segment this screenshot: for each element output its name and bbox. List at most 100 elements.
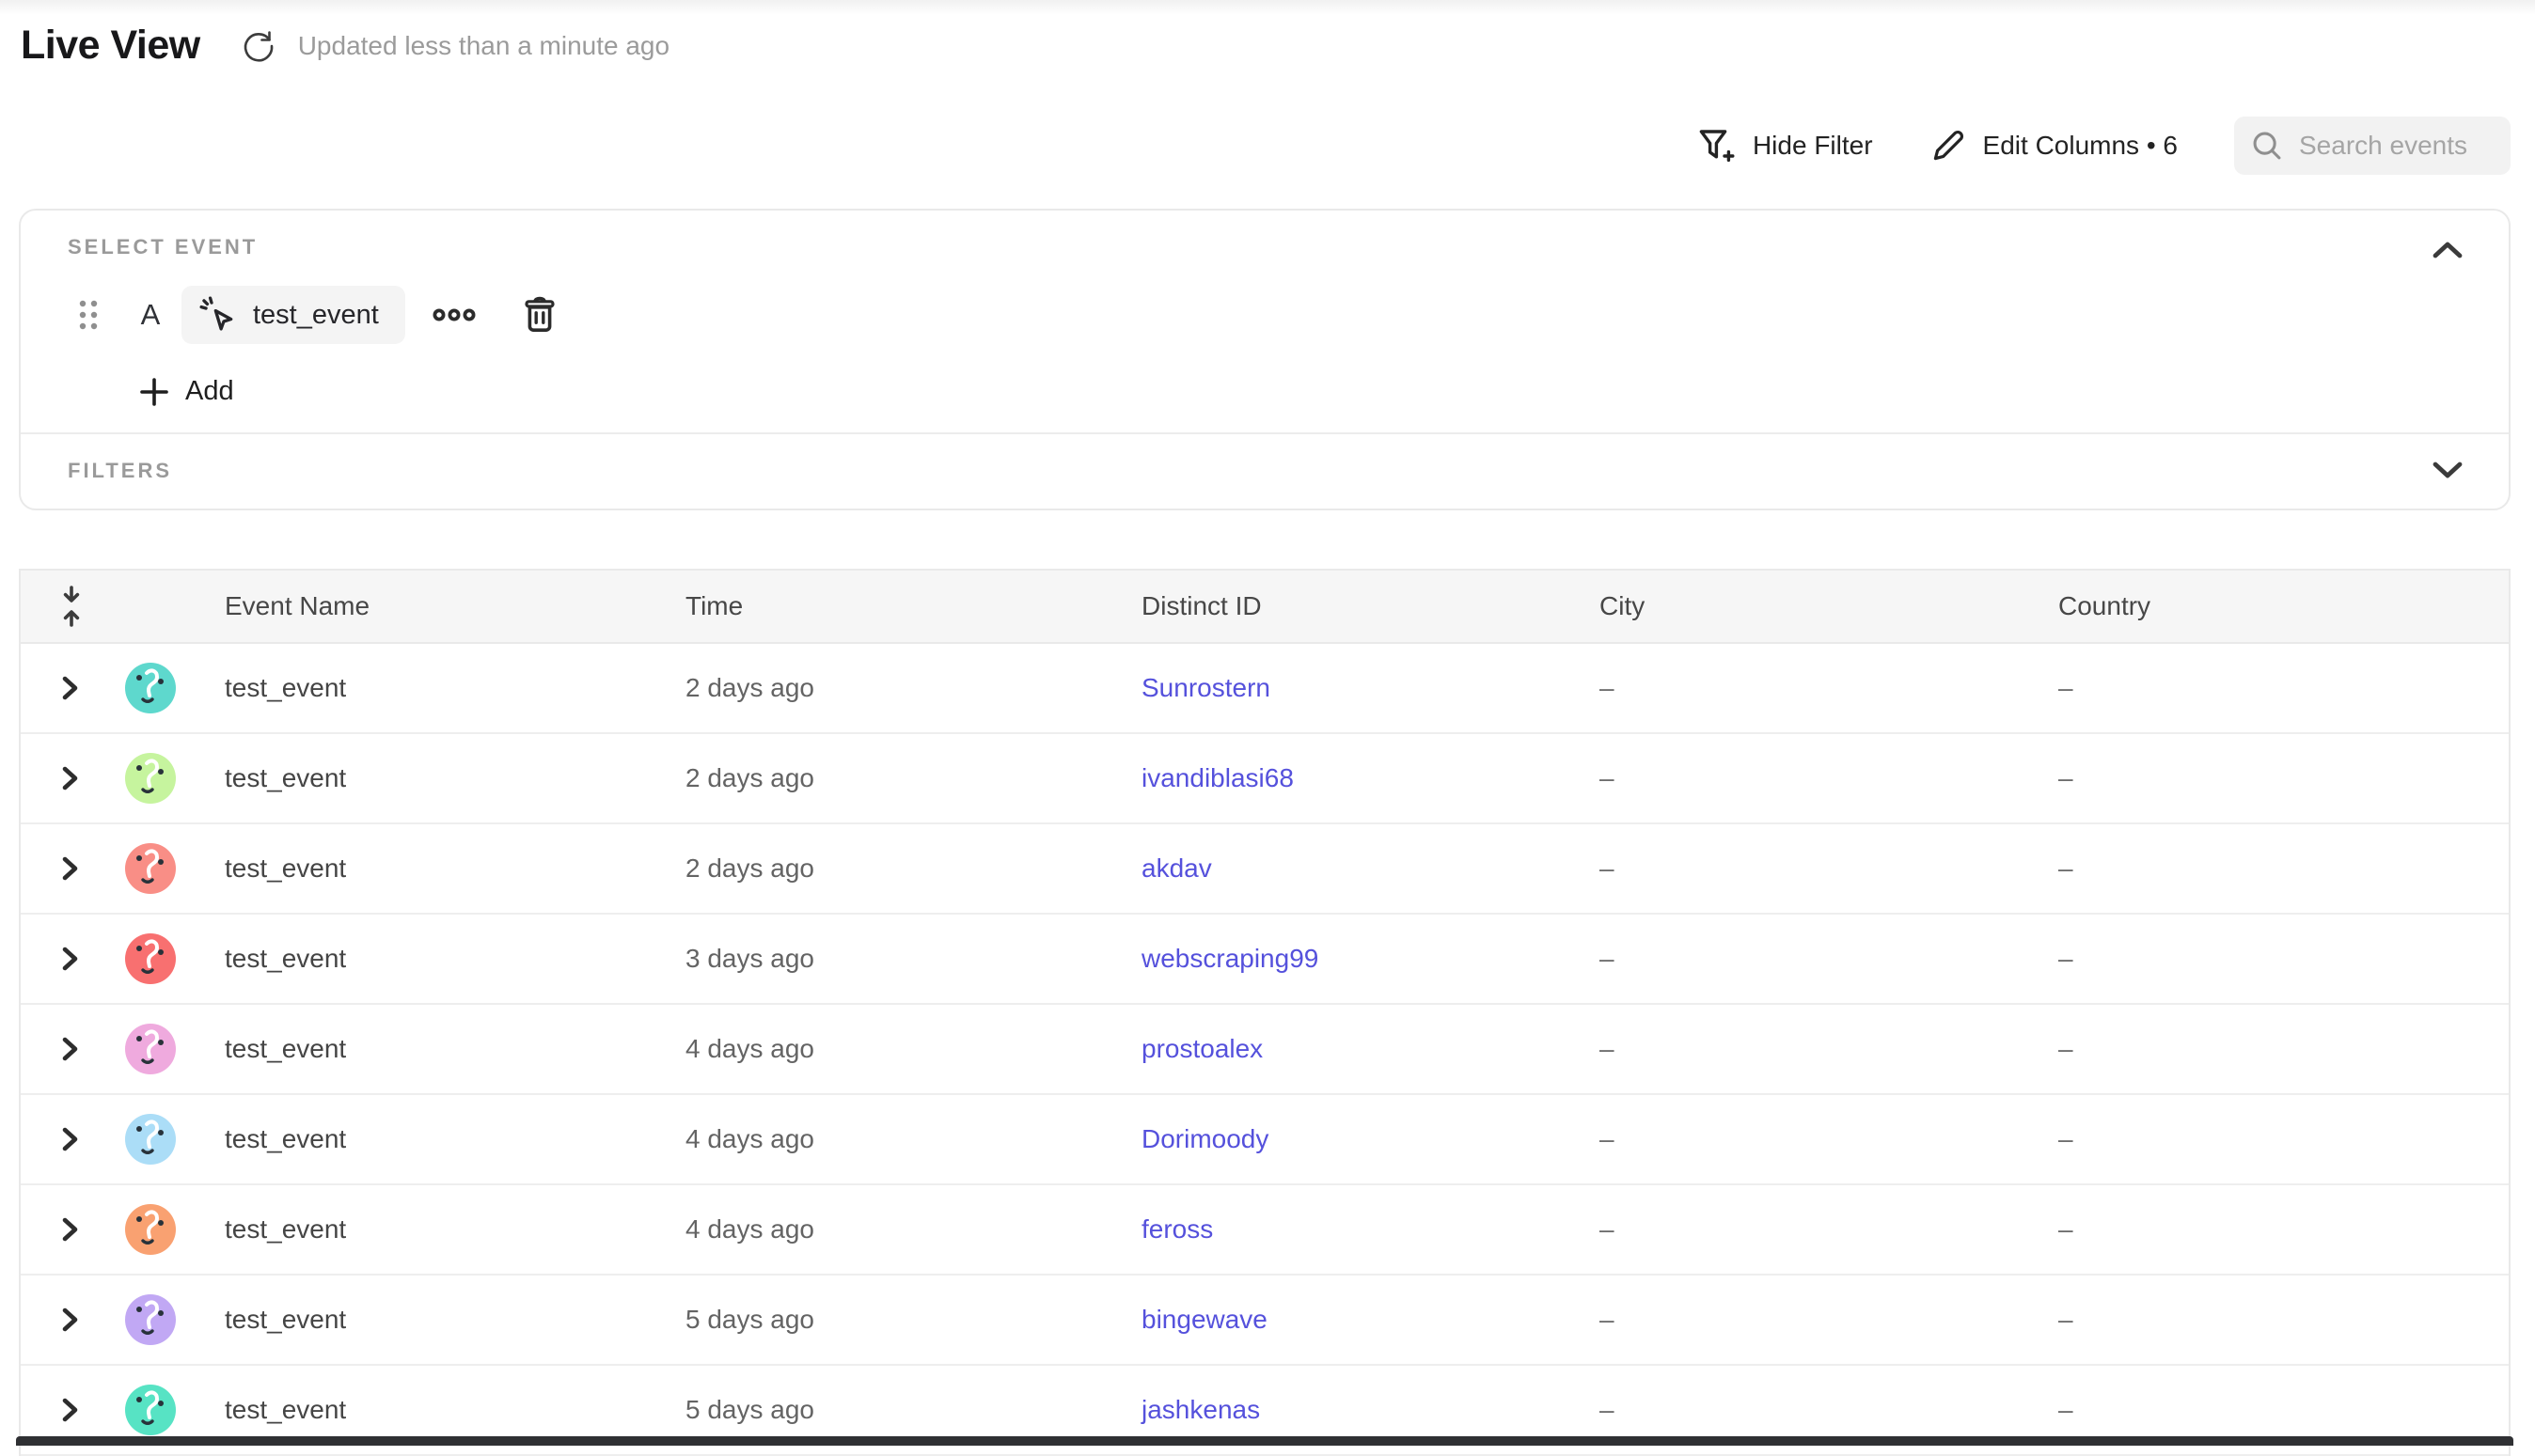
column-header-distinct-id[interactable]: Distinct ID — [1142, 591, 1599, 621]
chevron-right-icon — [60, 1307, 79, 1333]
row-distinct-id-link[interactable]: Dorimoody — [1142, 1124, 1268, 1153]
row-event-name: test_event — [225, 944, 685, 974]
pencil-icon — [1929, 127, 1967, 164]
avatar — [125, 1385, 176, 1435]
search-events-input[interactable] — [2297, 130, 2494, 162]
doodle-face-icon — [125, 1204, 176, 1255]
row-country: – — [2058, 763, 2509, 793]
collapse-select-event-button[interactable] — [2426, 235, 2469, 265]
column-header-event-name[interactable]: Event Name — [225, 591, 685, 621]
row-distinct-id-link[interactable]: webscraping99 — [1142, 944, 1318, 973]
row-time: 4 days ago — [685, 1034, 1142, 1064]
chevron-right-icon — [60, 1126, 79, 1152]
doodle-face-icon — [125, 1294, 176, 1345]
row-event-name: test_event — [225, 853, 685, 884]
event-select-button[interactable]: test_event — [181, 286, 405, 344]
doodle-face-icon — [125, 1024, 176, 1074]
query-builder-panel: SELECT EVENT A — [19, 209, 2511, 510]
row-time: 2 days ago — [685, 853, 1142, 884]
row-city: – — [1599, 763, 2058, 793]
row-time: 4 days ago — [685, 1124, 1142, 1154]
refresh-button[interactable] — [240, 27, 277, 65]
row-city: – — [1599, 853, 2058, 884]
add-event-label: Add — [185, 376, 234, 407]
row-country: – — [2058, 1124, 2509, 1154]
row-distinct-id-link[interactable]: ivandiblasi68 — [1142, 763, 1294, 792]
row-distinct-id-link[interactable]: bingewave — [1142, 1305, 1268, 1334]
page-header: Live View Updated less than a minute ago — [21, 23, 669, 69]
avatar — [125, 1114, 176, 1165]
chevron-right-icon — [60, 1397, 79, 1423]
horizontal-scrollbar[interactable] — [16, 1436, 2513, 1446]
row-distinct-id-link[interactable]: feross — [1142, 1214, 1213, 1244]
expand-row-button[interactable] — [58, 1305, 81, 1335]
more-options-icon — [432, 305, 477, 324]
row-time: 4 days ago — [685, 1214, 1142, 1245]
column-header-time[interactable]: Time — [685, 591, 1142, 621]
select-event-label: SELECT EVENT — [68, 235, 258, 259]
row-time: 2 days ago — [685, 763, 1142, 793]
avatar — [125, 843, 176, 894]
column-header-country[interactable]: Country — [2058, 591, 2509, 621]
table-row: test_event 4 days ago Dorimoody – – — [21, 1095, 2509, 1185]
step-letter: A — [138, 298, 163, 332]
expand-row-button[interactable] — [58, 1395, 81, 1425]
row-event-name: test_event — [225, 673, 685, 703]
edit-columns-button[interactable]: Edit Columns • 6 — [1929, 127, 2178, 164]
more-options-button[interactable] — [428, 302, 480, 328]
expand-row-button[interactable] — [58, 763, 81, 793]
expand-row-button[interactable] — [58, 1124, 81, 1154]
filter-plus-icon — [1697, 128, 1737, 164]
doodle-face-icon — [125, 753, 176, 804]
doodle-face-icon — [125, 1385, 176, 1435]
chevron-right-icon — [60, 1216, 79, 1243]
edit-columns-label: Edit Columns • 6 — [1983, 131, 2178, 161]
drag-handle-icon[interactable] — [76, 296, 101, 334]
avatar — [125, 1294, 176, 1345]
chevron-right-icon — [60, 946, 79, 972]
collapse-rows-icon — [58, 586, 85, 627]
row-city: – — [1599, 944, 2058, 974]
toolbar: Hide Filter Edit Columns • 6 — [1697, 117, 2511, 175]
selected-event-label: test_event — [253, 300, 379, 331]
hide-filter-button[interactable]: Hide Filter — [1697, 128, 1873, 164]
row-event-name: test_event — [225, 1305, 685, 1335]
row-country: – — [2058, 853, 2509, 884]
add-event-button[interactable]: Add — [135, 372, 238, 411]
chevron-up-icon — [2432, 241, 2464, 259]
row-distinct-id-link[interactable]: prostoalex — [1142, 1034, 1263, 1063]
avatar — [125, 1204, 176, 1255]
row-distinct-id-link[interactable]: Sunrostern — [1142, 673, 1270, 702]
table-row: test_event 2 days ago ivandiblasi68 – – — [21, 734, 2509, 824]
row-distinct-id-link[interactable]: akdav — [1142, 853, 1212, 883]
table-row: test_event 2 days ago Sunrostern – – — [21, 644, 2509, 734]
row-time: 2 days ago — [685, 673, 1142, 703]
delete-event-button[interactable] — [518, 291, 561, 338]
table-row: test_event 4 days ago prostoalex – – — [21, 1005, 2509, 1095]
expand-row-button[interactable] — [58, 1034, 81, 1064]
table-header: Event Name Time Distinct ID City Country — [21, 571, 2509, 644]
expand-row-button[interactable] — [58, 673, 81, 703]
collapse-rows-button[interactable] — [58, 586, 85, 627]
row-time: 5 days ago — [685, 1305, 1142, 1335]
cursor-click-icon — [198, 295, 238, 335]
table-row: test_event 4 days ago feross – – — [21, 1185, 2509, 1276]
expand-row-button[interactable] — [58, 944, 81, 974]
refresh-icon — [240, 27, 277, 65]
avatar — [125, 663, 176, 713]
row-distinct-id-link[interactable]: jashkenas — [1142, 1395, 1260, 1424]
row-country: – — [2058, 944, 2509, 974]
row-country: – — [2058, 1395, 2509, 1425]
page-title: Live View — [21, 23, 200, 69]
doodle-face-icon — [125, 1114, 176, 1165]
expand-filters-button[interactable] — [2426, 455, 2469, 485]
row-city: – — [1599, 1214, 2058, 1245]
events-table: Event Name Time Distinct ID City Country — [19, 569, 2511, 1456]
expand-row-button[interactable] — [58, 853, 81, 884]
expand-row-button[interactable] — [58, 1214, 81, 1245]
updated-status: Updated less than a minute ago — [298, 31, 669, 61]
column-header-city[interactable]: City — [1599, 591, 2058, 621]
hide-filter-label: Hide Filter — [1753, 131, 1873, 161]
search-events-box[interactable] — [2234, 117, 2511, 175]
doodle-face-icon — [125, 843, 176, 894]
